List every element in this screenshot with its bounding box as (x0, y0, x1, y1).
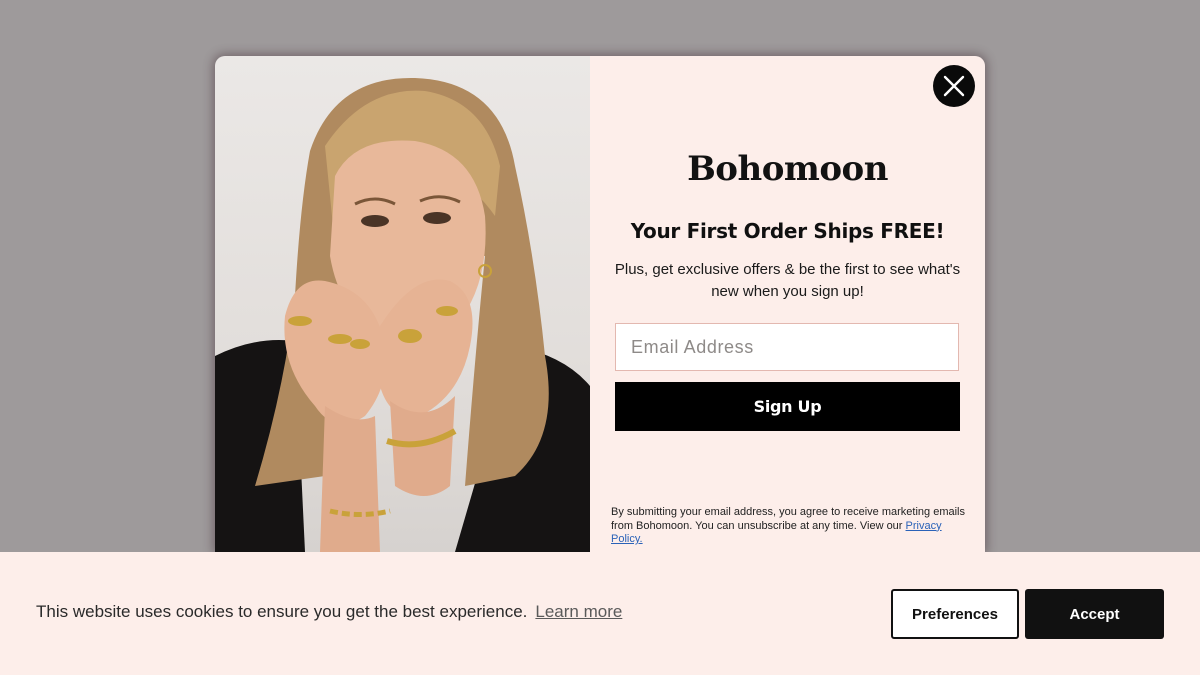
legal-disclaimer: By submitting your email address, you ag… (611, 506, 965, 547)
email-input[interactable] (615, 323, 959, 371)
cookie-message: This website uses cookies to ensure you … (36, 602, 528, 621)
cookie-banner: This website uses cookies to ensure you … (0, 552, 1200, 675)
accept-button[interactable]: Accept (1025, 589, 1164, 639)
preferences-button[interactable]: Preferences (891, 589, 1019, 639)
model-photo-illustration (215, 77, 590, 552)
brand-logo: Bohomoon (687, 149, 888, 189)
sign-up-button[interactable]: Sign Up (615, 382, 960, 431)
learn-more-link[interactable]: Learn more (535, 602, 622, 621)
cookie-message-row: This website uses cookies to ensure you … (36, 602, 622, 622)
popup-headline: Your First Order Ships FREE! (630, 219, 945, 243)
signup-modal: Bohomoon Your First Order Ships FREE! Pl… (215, 56, 985, 552)
close-icon (943, 75, 965, 97)
signup-panel: Bohomoon Your First Order Ships FREE! Pl… (590, 56, 985, 552)
close-button[interactable] (933, 65, 975, 107)
popup-subtext: Plus, get exclusive offers & be the firs… (614, 261, 961, 300)
model-photo (215, 56, 590, 552)
